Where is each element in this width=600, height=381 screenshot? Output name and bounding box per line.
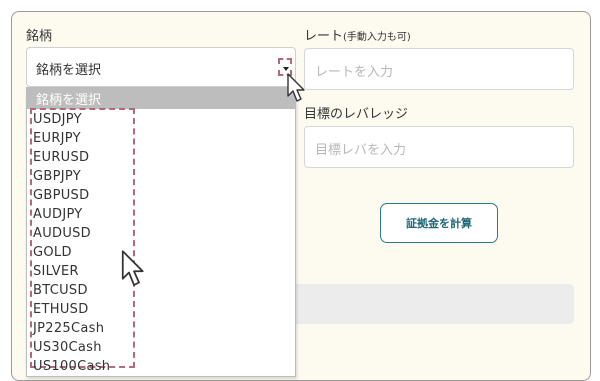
option-btcusd[interactable]: BTCUSD (33, 283, 88, 298)
option-eurjpy[interactable]: EURJPY (33, 131, 81, 146)
symbol-select[interactable]: 銘柄を選択 (26, 47, 296, 87)
leverage-label: 目標のレバレッジ (304, 107, 409, 122)
symbol-dropdown-list[interactable]: 銘柄を選択 USDJPY EURJPY EURUSD GBPJPY GBPUSD… (26, 87, 296, 377)
option-gbpusd[interactable]: GBPUSD (33, 188, 89, 203)
option-us30cash[interactable]: US30Cash (33, 340, 102, 355)
symbol-select-value: 銘柄を選択 (36, 63, 102, 78)
option-usdjpy[interactable]: USDJPY (33, 112, 82, 127)
rate-label: レート(手動入力も可) (304, 25, 411, 44)
option-silver[interactable]: SILVER (33, 264, 79, 279)
option-gold[interactable]: GOLD (33, 245, 72, 260)
symbol-label: 銘柄 (26, 29, 53, 44)
rate-label-text: レート (304, 29, 344, 44)
mouse-cursor-icon (287, 73, 305, 102)
chevron-down-icon (283, 67, 289, 71)
mouse-cursor-icon (121, 250, 144, 286)
option-audusd[interactable]: AUDUSD (33, 226, 91, 241)
option-us100cash[interactable]: US100Cash (33, 359, 110, 374)
rate-input[interactable]: レートを入力 (304, 48, 574, 90)
option-jp225cash[interactable]: JP225Cash (33, 321, 104, 336)
rate-label-note: (手動入力も可) (343, 32, 411, 43)
calculate-margin-button[interactable]: 証拠金を計算 (380, 203, 498, 243)
rate-input-placeholder: レートを入力 (315, 65, 394, 80)
leverage-input[interactable]: 目標レバを入力 (304, 126, 574, 168)
leverage-input-placeholder: 目標レバを入力 (315, 143, 407, 158)
option-audjpy[interactable]: AUDJPY (33, 207, 83, 222)
dropdown-placeholder-text: 銘柄を選択 (36, 93, 102, 108)
dropdown-placeholder-option[interactable]: 銘柄を選択 (27, 87, 295, 109)
option-gbpjpy[interactable]: GBPJPY (33, 169, 81, 184)
option-ethusd[interactable]: ETHUSD (33, 302, 89, 317)
option-eurusd[interactable]: EURUSD (33, 150, 89, 165)
